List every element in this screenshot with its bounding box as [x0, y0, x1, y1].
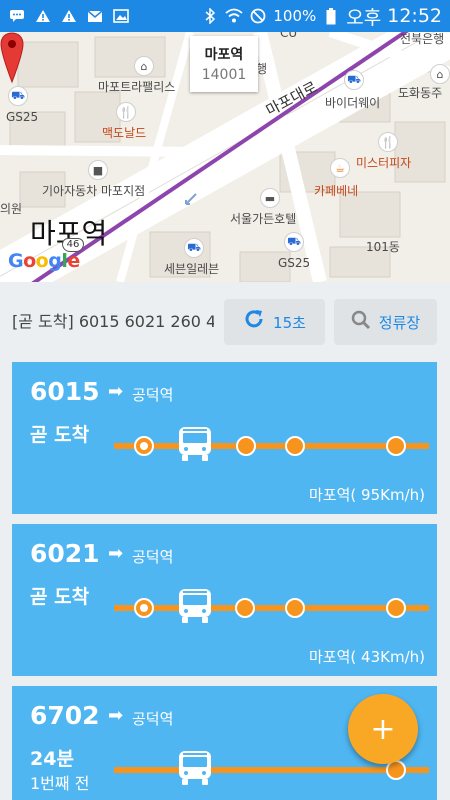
bus-stops-away: 1번째 전 — [30, 774, 90, 793]
poi-seoul-garden: 서울가든호텔 — [230, 212, 297, 226]
bus-location-speed: 마포역( 95Km/h) — [309, 486, 425, 504]
bus-eta: 24분 — [30, 748, 74, 770]
arrival-ticker: [곧 도착] 6015 6021 260 4 — [12, 312, 214, 331]
map-marker-icon[interactable] — [0, 32, 24, 84]
bus-eta: 곧 도착 — [30, 586, 90, 608]
wifi-icon — [225, 8, 243, 24]
bus-number: 6702 — [30, 701, 100, 730]
google-logo: Google — [8, 250, 80, 272]
search-icon — [351, 310, 371, 335]
do-not-disturb-icon — [249, 8, 267, 24]
poi-jeonbuk-bank: 전북은행 — [400, 32, 445, 46]
poi-mcdonalds: 맥도날드 — [102, 126, 147, 140]
bus-destination: 공덕역 — [132, 386, 174, 404]
bus-stop-button[interactable]: 정류장 — [334, 299, 437, 345]
warning-icon — [60, 8, 78, 24]
route-progress-track — [114, 767, 429, 773]
poi-building-101: 101동 — [366, 240, 400, 254]
poi-gs25-bottom: GS25 — [278, 256, 311, 270]
stop-dot — [386, 436, 406, 456]
info-window-stop-id: 14001 — [201, 67, 247, 83]
info-window-title: 마포역 — [204, 47, 244, 63]
cart-icon: ⛟ — [8, 86, 28, 106]
poi-byder: 바이더웨이 — [325, 96, 381, 110]
bus-icon — [179, 589, 211, 623]
notification-icons — [8, 8, 130, 24]
poi-cafe-bene: 카페베네 — [314, 184, 359, 198]
bus-icon — [179, 751, 211, 785]
stop-dot — [386, 598, 406, 618]
restaurant-icon: 🍴 — [116, 102, 136, 122]
cart-icon: ⛟ — [184, 238, 204, 258]
bus-destination: 공덕역 — [132, 710, 174, 728]
poi-uiwon: 의원 — [0, 202, 23, 216]
bus-stop-label: 정류장 — [378, 313, 421, 332]
status-bar: 100% 오후 12:52 — [0, 0, 450, 32]
battery-percent: 100% — [273, 7, 317, 25]
bus-number: 6021 — [30, 539, 100, 568]
cart-icon: ⛟ — [284, 232, 304, 252]
poi-square-icon: ■ — [88, 160, 108, 180]
bus-number: 6015 — [30, 377, 100, 406]
cafe-icon: ☕ — [330, 158, 350, 178]
refresh-button[interactable]: 15초 — [224, 299, 325, 345]
image-icon — [112, 8, 130, 24]
poi-mister-pizza: 미스터피자 — [356, 156, 412, 170]
warning-icon — [34, 8, 52, 24]
poi-museum-icon: ⌂ — [430, 64, 450, 84]
cart-icon: ⛟ — [344, 70, 364, 90]
status-ampm: 오후 — [346, 6, 382, 29]
mail-icon — [86, 8, 104, 24]
poi-cu: CU — [280, 32, 298, 40]
bus-arrival-card[interactable]: 6021 ➡ 공덕역 곧 도착 마포역( 43Km/h) — [12, 524, 437, 676]
stop-dot — [235, 598, 255, 618]
poi-seven-eleven: 세븐일레븐 — [164, 262, 220, 276]
bus-eta: 곧 도착 — [30, 424, 90, 446]
arrow-right-icon: ➡ — [108, 543, 124, 564]
add-fab-button[interactable]: + — [348, 694, 418, 764]
stop-dot-current — [134, 436, 154, 456]
chat-icon — [8, 8, 26, 24]
poi-mapo-trapalace: 마포트라팰리스 — [98, 80, 176, 94]
stop-dot — [285, 598, 305, 618]
restaurant-icon: 🍴 — [378, 132, 398, 152]
bus-arrival-card[interactable]: 6015 ➡ 공덕역 곧 도착 마포역( 95Km/h) — [12, 362, 437, 514]
stop-dot — [285, 436, 305, 456]
route-progress-track — [114, 443, 429, 449]
refresh-interval-label: 15초 — [273, 313, 306, 332]
stop-dot-current — [134, 598, 154, 618]
poi-home-icon: ⌂ — [134, 56, 154, 76]
stop-dot — [236, 436, 256, 456]
map-view[interactable]: CU 전북은행 ⌂ 마포트라팰리스 행 ⌂ 도화동주 ⛟ GS25 🍴 맥도날드… — [0, 32, 450, 282]
arrow-right-icon: ➡ — [108, 381, 124, 402]
bus-location-speed: 마포역( 43Km/h) — [309, 648, 425, 666]
battery-icon — [322, 7, 340, 24]
bluetooth-icon — [201, 8, 219, 24]
bus-destination: 공덕역 — [132, 548, 174, 566]
bus-icon — [179, 427, 211, 461]
hotel-icon: ▬ — [260, 188, 280, 208]
arrow-right-icon: ➡ — [108, 705, 124, 726]
poi-gs25-top: GS25 — [6, 110, 39, 124]
refresh-icon — [243, 308, 265, 336]
route-progress-track — [114, 605, 429, 611]
poi-kia-motors: 기아자동차 마포지점 — [42, 184, 146, 198]
plus-icon: + — [370, 711, 396, 747]
map-info-window[interactable]: 마포역 14001 — [190, 36, 258, 92]
status-time: 12:52 — [387, 5, 442, 27]
poi-dohwa: 도화동주 — [398, 86, 443, 100]
